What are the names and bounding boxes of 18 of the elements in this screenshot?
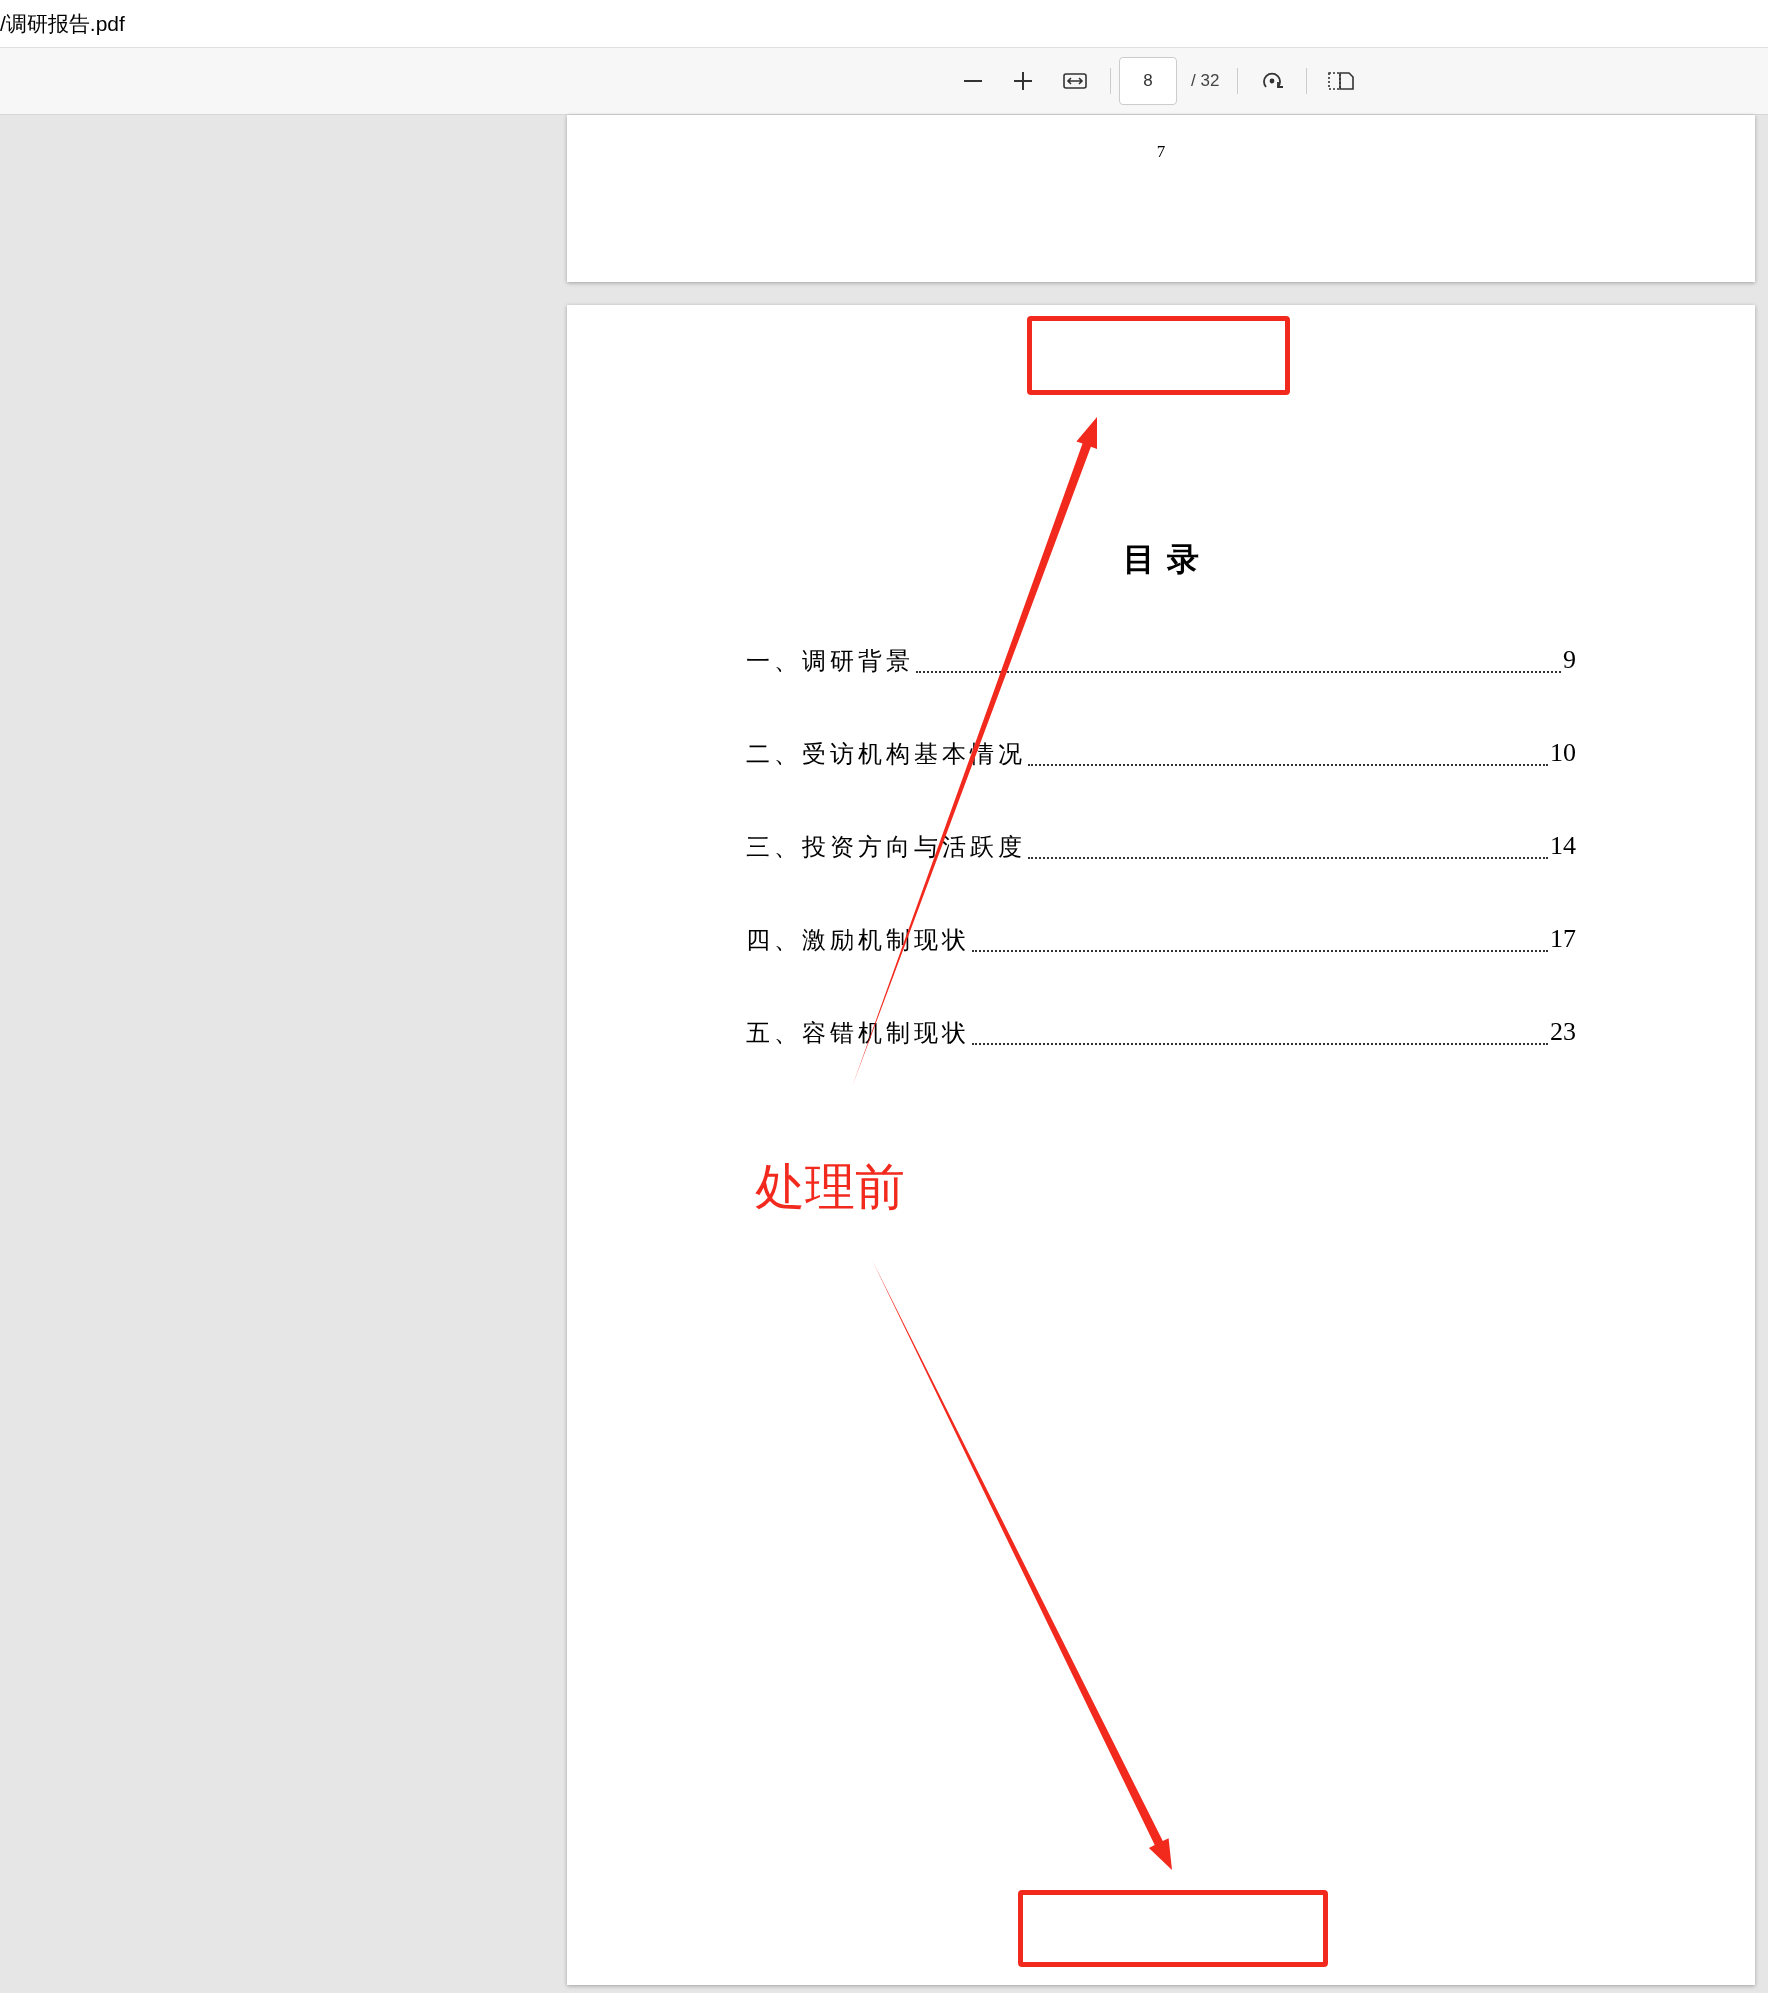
page-number-field[interactable]: 8	[1119, 57, 1177, 105]
two-page-icon	[1328, 71, 1355, 91]
toc-title: 目 录	[1123, 539, 1199, 580]
toc-entry[interactable]: 一、调研背景	[746, 643, 914, 679]
annotation-label: 处理前	[755, 1158, 905, 1217]
toc-page-number: 10	[1550, 737, 1576, 769]
page-number: 7	[1156, 141, 1166, 161]
toc-entry[interactable]: 三、投资方向与活跃度	[746, 829, 1026, 865]
plus-icon	[1014, 72, 1032, 90]
toc-entry[interactable]: 五、容错机制现状	[746, 1015, 970, 1051]
toc-page-number: 14	[1550, 830, 1576, 862]
minus-icon	[964, 80, 982, 82]
toc-page-number: 17	[1550, 923, 1576, 955]
document-title: /调研报告.pdf	[0, 10, 125, 37]
toc-page-number: 9	[1563, 644, 1576, 676]
toc-page-number: 23	[1550, 1016, 1576, 1048]
page-total: / 32	[1191, 70, 1220, 93]
fit-width-icon	[1063, 72, 1087, 90]
